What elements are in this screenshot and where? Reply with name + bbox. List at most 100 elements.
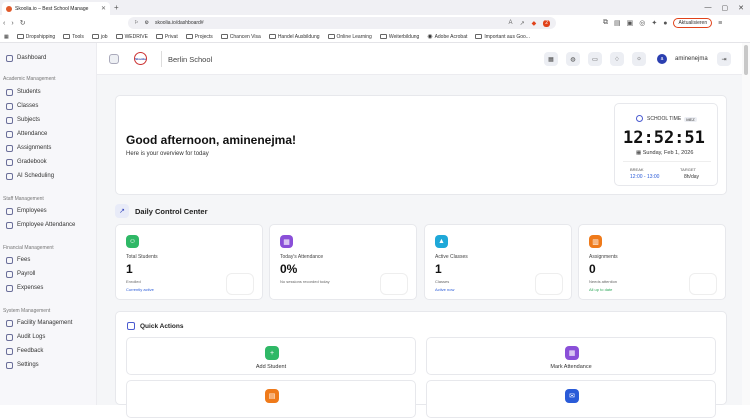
reload-icon[interactable]: ↻ xyxy=(20,19,26,27)
employees-icon xyxy=(6,208,13,215)
new-tab-icon[interactable]: + xyxy=(114,3,119,12)
stat-value: 1 xyxy=(126,262,133,276)
forward-icon[interactable]: › xyxy=(11,20,13,27)
sidebar-item-settings[interactable]: Settings xyxy=(4,359,92,371)
clock-date: ▦ Sunday, Feb 1, 2026 xyxy=(636,150,693,156)
share-icon[interactable]: ↗ xyxy=(520,20,525,27)
close-tab-icon[interactable]: ✕ xyxy=(101,5,106,12)
bookmarks-bar: ▦ Dropshipping Tools job WEDRIVE Privat … xyxy=(0,31,750,43)
classes-icon xyxy=(6,103,13,110)
mail-icon: ✉ xyxy=(565,389,579,403)
avatar[interactable]: a xyxy=(657,54,667,64)
bookmark-item[interactable]: Weiterbildung xyxy=(380,34,419,40)
vpn-icon[interactable]: ◎ xyxy=(639,19,645,27)
students-icon: ☺ xyxy=(126,235,139,248)
ai-scheduling-icon xyxy=(6,173,13,180)
bookmark-item[interactable]: WEDRIVE xyxy=(116,34,148,40)
page-scrollbar[interactable] xyxy=(742,43,750,405)
language-button[interactable]: ◍ xyxy=(566,52,580,66)
bookmark-app-icon[interactable]: ▦ xyxy=(4,34,9,40)
sidebar-item-feedback[interactable]: Feedback xyxy=(4,345,92,357)
minimize-icon[interactable]: — xyxy=(705,4,712,12)
leo-icon[interactable]: ✦ xyxy=(651,19,657,27)
calendar-button[interactable]: ▦ xyxy=(544,52,558,66)
assignments-icon xyxy=(6,145,13,152)
sidebar-item-ai-scheduling[interactable]: AI Scheduling xyxy=(4,170,92,182)
stat-link[interactable]: Active now xyxy=(435,287,454,292)
quick-actions-title: Quick Actions xyxy=(140,323,183,330)
close-window-icon[interactable]: ✕ xyxy=(738,4,744,12)
favicon-icon xyxy=(6,6,12,12)
bookmark-page-icon[interactable]: ⚐ xyxy=(134,20,138,26)
stat-card-attendance[interactable]: ▦ Today's Attendance 0% No sessions reco… xyxy=(269,224,417,300)
username[interactable]: aminenejma xyxy=(675,56,708,62)
profile-icon[interactable]: ● xyxy=(663,20,667,27)
break-label: BREAK xyxy=(630,167,644,172)
sidebar-item-gradebook[interactable]: Gradebook xyxy=(4,156,92,168)
bookmark-item[interactable]: Chancen Visa xyxy=(221,34,261,40)
sidebar-toggle-button[interactable] xyxy=(109,54,119,64)
sidebar-toggle-icon[interactable]: ▤ xyxy=(614,19,621,27)
bookmark-item[interactable]: Privat xyxy=(156,34,178,40)
sidebar-item-subjects[interactable]: Subjects xyxy=(4,114,92,126)
sidebar-item-attendance[interactable]: Attendance xyxy=(4,128,92,140)
stat-card-classes[interactable]: ▲ Active Classes 1 Classes Active now xyxy=(424,224,572,300)
stat-link[interactable]: All up to date xyxy=(589,287,612,292)
scrollbar-thumb[interactable] xyxy=(744,45,748,75)
maximize-icon[interactable]: ▢ xyxy=(722,4,729,12)
bookmark-item[interactable]: Tools xyxy=(63,34,84,40)
logout-button[interactable]: ⇥ xyxy=(717,52,731,66)
theme-toggle-button[interactable]: ☼ xyxy=(632,52,646,66)
browser-menu-icon[interactable]: ≡ xyxy=(718,20,722,27)
sidebar-item-audit-logs[interactable]: Audit Logs xyxy=(4,331,92,343)
notification-count[interactable]: 2 xyxy=(543,20,550,27)
stat-link[interactable]: Currently active xyxy=(126,287,154,292)
add-student-button[interactable]: + Add Student xyxy=(126,337,416,375)
brave-shield-icon[interactable]: ◆ xyxy=(532,20,537,27)
sidebar-item-facility-management[interactable]: Facility Management xyxy=(4,317,92,329)
folder-icon xyxy=(328,34,335,39)
sidebar-item-classes[interactable]: Classes xyxy=(4,100,92,112)
wallet-icon[interactable]: ▣ xyxy=(627,19,634,27)
award-icon xyxy=(689,273,717,295)
sidebar-item-expenses[interactable]: Expenses xyxy=(4,282,92,294)
browser-tab[interactable]: Skoolia.io – Best School Manage ✕ xyxy=(2,2,110,15)
stat-card-assignments[interactable]: ▥ Assignments 0 Needs attention All up t… xyxy=(578,224,726,300)
bookmark-item[interactable]: Important aus Goo... xyxy=(475,34,530,40)
sidebar-item-payroll[interactable]: Payroll xyxy=(4,268,92,280)
translate-icon[interactable]: A xyxy=(509,20,513,27)
site-info-icon[interactable]: ⚙ xyxy=(144,20,148,26)
extensions-icon[interactable]: ⧉ xyxy=(603,19,608,27)
sidebar-item-employees[interactable]: Employees xyxy=(4,205,92,217)
divider xyxy=(161,51,162,67)
bookmark-item[interactable]: job xyxy=(92,34,108,40)
back-icon[interactable]: ‹ xyxy=(3,20,5,27)
notifications-button[interactable]: ♢ xyxy=(610,52,624,66)
sidebar-item-dashboard[interactable]: Dashboard xyxy=(4,52,92,64)
address-bar[interactable]: ⚐ ⚙ skoolia.io/dashboard# A ↗ ◆ 2 xyxy=(128,17,556,29)
quick-action-button[interactable]: ✉ xyxy=(426,380,716,418)
quick-action-button[interactable]: ▤ xyxy=(126,380,416,418)
messages-button[interactable]: ▭ xyxy=(588,52,602,66)
sidebar-item-employee-attendance[interactable]: Employee Attendance xyxy=(4,219,92,231)
mark-attendance-button[interactable]: ▦ Mark Attendance xyxy=(426,337,716,375)
sidebar-item-students[interactable]: Students xyxy=(4,86,92,98)
browser-nav-bar: ‹ › ↻ ⚐ ⚙ skoolia.io/dashboard# A ↗ ◆ 2 … xyxy=(0,15,750,31)
stat-subtext: Enrolled xyxy=(126,279,141,284)
update-button[interactable]: Aktualisieren xyxy=(673,18,712,28)
bookmark-item[interactable]: ◉Adobe Acrobat xyxy=(427,33,467,40)
bookmark-item[interactable]: Handel Ausbildung xyxy=(269,34,320,40)
stat-label: Total Students xyxy=(126,254,158,260)
sidebar-item-assignments[interactable]: Assignments xyxy=(4,142,92,154)
bookmark-item[interactable]: Online Learning xyxy=(328,34,372,40)
address-bar-actions: A ↗ ◆ 2 xyxy=(509,20,550,27)
sidebar-item-fees[interactable]: Fees xyxy=(4,254,92,266)
bookmark-item[interactable]: Dropshipping xyxy=(17,34,55,40)
calendar-icon: ▦ xyxy=(280,235,293,248)
folder-icon xyxy=(269,34,276,39)
facility-icon xyxy=(6,320,13,327)
bookmark-item[interactable]: Projects xyxy=(186,34,213,40)
folder-icon xyxy=(17,34,24,39)
school-time-label: SCHOOL TIME xyxy=(647,116,681,122)
stat-card-students[interactable]: ☺ Total Students 1 Enrolled Currently ac… xyxy=(115,224,263,300)
